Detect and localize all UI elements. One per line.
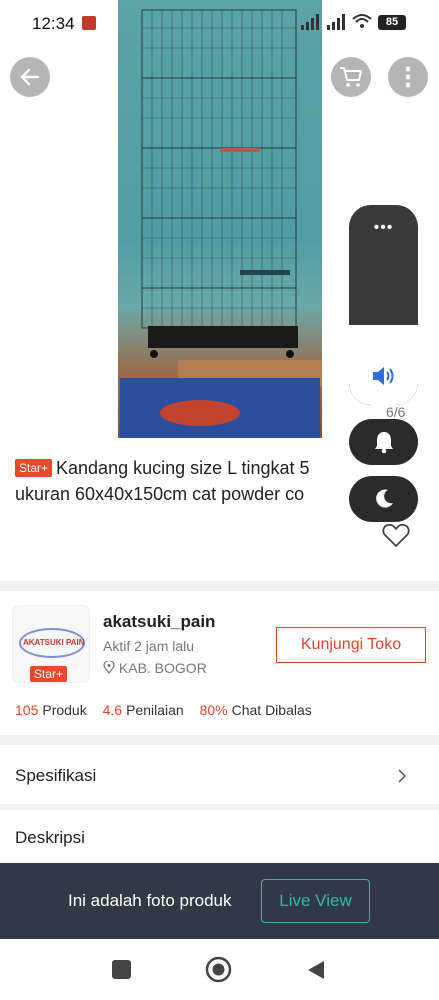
signal-icon-2 <box>327 14 345 30</box>
status-time: 12:34 <box>32 14 75 33</box>
home-icon[interactable] <box>205 956 232 983</box>
volume-more-dots[interactable]: ••• <box>349 219 418 237</box>
product-title: Star+ Kandang kucing size L tingkat 5 uku… <box>15 455 365 507</box>
description-row[interactable]: Deskripsi <box>0 810 439 866</box>
shop-star-badge: Star+ <box>30 666 68 682</box>
star-plus-badge: Star+ <box>15 459 53 477</box>
stat-chat-replied: 80% Chat Dibalas <box>199 702 312 718</box>
specification-row[interactable]: Spesifikasi <box>0 748 439 804</box>
section-divider <box>0 735 439 745</box>
shop-location-text: KAB. BOGOR <box>118 660 207 676</box>
location-pin-icon <box>103 659 115 674</box>
product-title-text: Kandang kucing size L tingkat 5 ukuran 6… <box>15 458 310 504</box>
cage-illustration <box>141 9 298 358</box>
notification-icon <box>82 16 96 30</box>
volume-panel[interactable]: ••• <box>349 205 418 405</box>
back-triangle-icon[interactable] <box>306 959 326 981</box>
chevron-right-icon <box>398 769 407 783</box>
moon-icon <box>375 489 393 508</box>
section-divider <box>0 581 439 591</box>
product-photo[interactable] <box>118 0 322 438</box>
product-image-area[interactable]: 12:34 85 ••• 6/6 <box>0 0 439 440</box>
live-view-button[interactable]: Live View <box>261 879 370 923</box>
wifi-icon <box>352 14 372 28</box>
speaker-icon <box>373 367 394 385</box>
status-bar: 12:34 85 <box>0 0 439 48</box>
more-vertical-icon <box>405 66 411 88</box>
product-box <box>120 378 320 438</box>
back-button[interactable] <box>10 57 50 97</box>
shop-name[interactable]: akatsuki_pain <box>103 612 215 632</box>
banner-text: Ini adalah foto produk <box>68 891 232 910</box>
signal-icon <box>301 14 319 30</box>
stat-products: 105 Produk <box>15 702 87 718</box>
more-options-button[interactable] <box>388 57 428 97</box>
battery-indicator: 85 <box>378 15 406 30</box>
heart-icon[interactable] <box>382 522 410 548</box>
specification-label: Spesifikasi <box>15 766 97 785</box>
image-counter: 6/6 <box>386 404 406 420</box>
shop-location: KAB. BOGOR <box>103 659 207 676</box>
bell-icon <box>374 432 393 454</box>
recent-apps-icon[interactable] <box>112 960 131 979</box>
shop-active-status: Aktif 2 jam lalu <box>103 638 195 654</box>
shop-logo-text: AKATSUKI PAIN <box>23 638 85 647</box>
visit-shop-button[interactable]: Kunjungi Toko <box>276 627 426 663</box>
stat-rating: 4.6 Penilaian <box>102 702 184 718</box>
system-navigation-bar <box>0 939 439 1000</box>
description-label: Deskripsi <box>15 828 85 847</box>
arrow-left-icon <box>20 68 40 86</box>
cart-button[interactable] <box>331 57 371 97</box>
product-photo-banner: Ini adalah foto produk Live View <box>0 863 439 939</box>
cart-icon <box>340 67 362 87</box>
shop-stats: 105 Produk 4.6 Penilaian 80% Chat Dibalas <box>15 702 324 718</box>
